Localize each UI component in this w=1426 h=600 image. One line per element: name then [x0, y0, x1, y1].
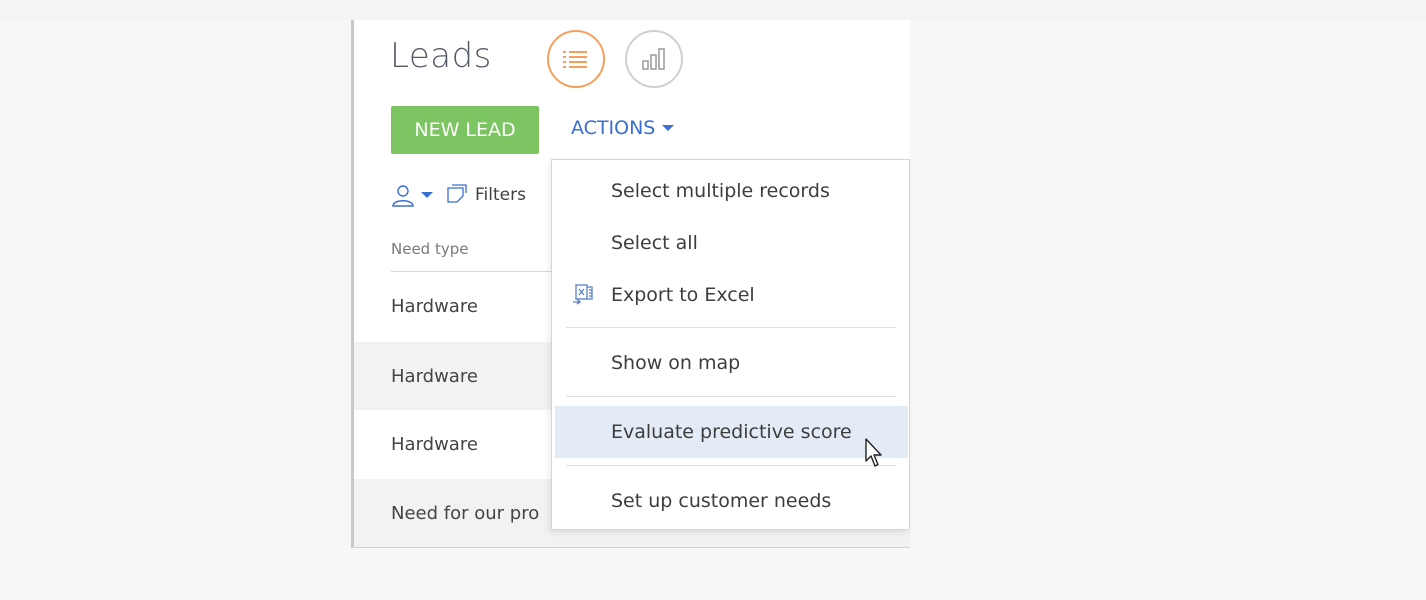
- list-view-icon: [563, 51, 587, 68]
- list-view-button[interactable]: [547, 30, 605, 88]
- screenshot-stage: Leads NEW LEAD ACTIONS Filters Need type…: [0, 0, 1426, 600]
- actions-menu: Select multiple records Select all Expor…: [551, 159, 910, 530]
- cell-need-type: Need for our pro: [391, 502, 540, 524]
- menu-item-export-to-excel[interactable]: Export to Excel: [552, 269, 909, 321]
- filter-tag-icon[interactable]: [445, 184, 469, 206]
- caret-down-icon[interactable]: [421, 191, 433, 199]
- user-icon[interactable]: [391, 183, 415, 207]
- menu-item-label: Set up customer needs: [611, 490, 832, 512]
- menu-item-select-all[interactable]: Select all: [552, 217, 909, 269]
- menu-item-label: Select multiple records: [611, 180, 830, 202]
- menu-divider: [566, 465, 896, 466]
- filter-row: Filters: [391, 182, 526, 208]
- cell-need-type: Hardware: [391, 433, 478, 455]
- filters-label[interactable]: Filters: [475, 185, 526, 205]
- new-lead-button[interactable]: NEW LEAD: [391, 106, 539, 154]
- menu-item-show-on-map[interactable]: Show on map: [552, 337, 909, 389]
- menu-item-label: Export to Excel: [611, 284, 755, 306]
- mouse-cursor-icon: [865, 438, 882, 467]
- cell-need-type: Hardware: [391, 365, 478, 387]
- analytics-view-button[interactable]: [625, 30, 683, 88]
- menu-item-label: Show on map: [611, 352, 741, 374]
- menu-item-set-up-customer-needs[interactable]: Set up customer needs: [552, 475, 909, 527]
- menu-divider: [566, 396, 896, 397]
- menu-divider: [566, 327, 896, 328]
- analytics-view-icon: [642, 48, 665, 70]
- caret-down-icon: [662, 125, 675, 131]
- actions-label: ACTIONS: [571, 117, 656, 139]
- menu-item-select-multiple-records[interactable]: Select multiple records: [552, 165, 909, 217]
- top-strip: [0, 0, 1426, 20]
- excel-export-icon: [573, 284, 593, 305]
- column-header-need-type[interactable]: Need type: [391, 240, 468, 258]
- cell-need-type: Hardware: [391, 295, 478, 317]
- page-title: Leads: [390, 36, 492, 76]
- menu-item-label: Select all: [611, 232, 698, 254]
- menu-item-evaluate-predictive-score[interactable]: Evaluate predictive score: [555, 406, 908, 458]
- menu-item-label: Evaluate predictive score: [611, 421, 852, 443]
- actions-dropdown-button[interactable]: ACTIONS: [571, 117, 675, 139]
